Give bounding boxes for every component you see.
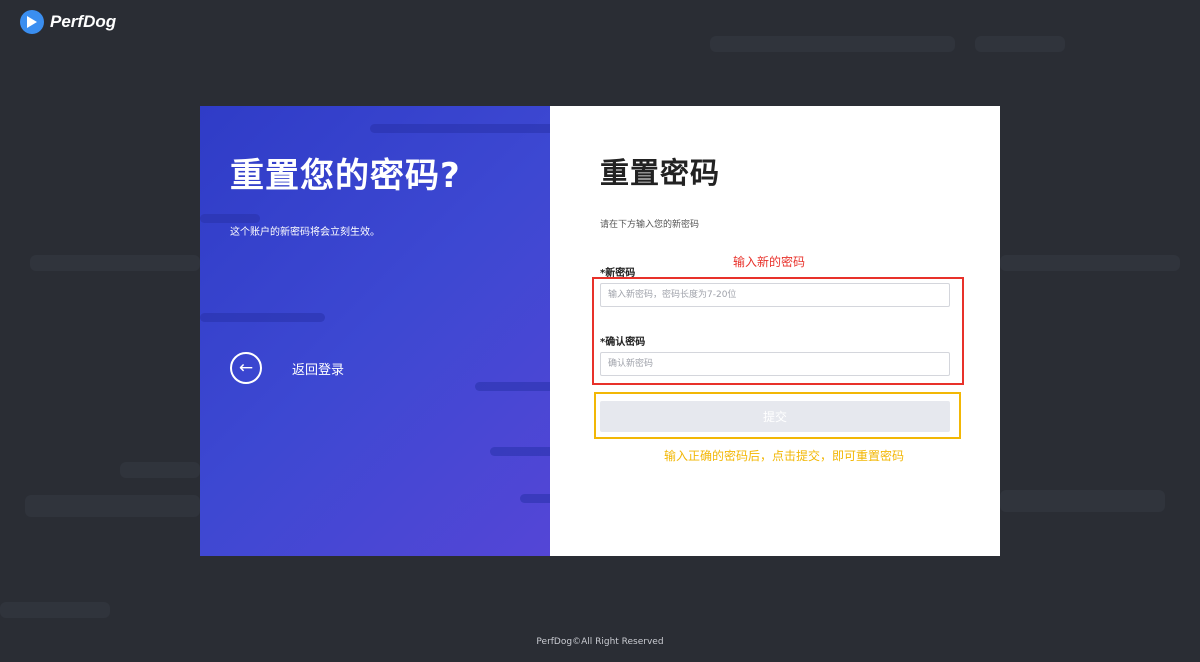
form-subtitle: 请在下方输入您的新密码 [600,220,700,230]
decorative-stripe [200,313,325,322]
perfdog-logo-icon [20,10,44,34]
background-placeholder [30,255,200,271]
arrow-left-icon[interactable]: ← [230,352,262,384]
left-panel-description: 这个账户的新密码将会立刻生效。 [230,227,380,238]
left-panel: 重置您的密码? 这个账户的新密码将会立刻生效。 ← 返回登录 [200,106,550,556]
background-placeholder [0,602,110,618]
decorative-stripe [475,382,550,391]
back-to-login-label[interactable]: 返回登录 [292,359,344,378]
annotation-new-password-hint: 输入新的密码 [733,255,806,269]
annotation-submit-hint: 输入正确的密码后，点击提交，即可重置密码 [664,449,905,463]
decorative-stripe [520,494,550,503]
background-placeholder [710,36,955,52]
back-to-login-button[interactable]: ← 返回登录 [230,352,344,384]
logo-text: PerfDog [50,12,117,31]
decorative-stripe [370,124,550,133]
decorative-stripe [200,214,260,223]
annotation-box-password [592,277,964,385]
footer-copyright: PerfDog©All Right Reserved [536,637,664,647]
background-placeholder [120,462,200,478]
perfdog-logo[interactable]: PerfDog [20,10,116,34]
form-title: 重置密码 [600,156,721,190]
background-placeholder [1000,490,1165,512]
decorative-stripe [490,447,550,456]
annotation-box-submit [594,392,961,439]
background-placeholder [1000,255,1180,271]
background-placeholder [25,495,200,517]
left-panel-title: 重置您的密码? [230,156,461,196]
background-placeholder [975,36,1065,52]
